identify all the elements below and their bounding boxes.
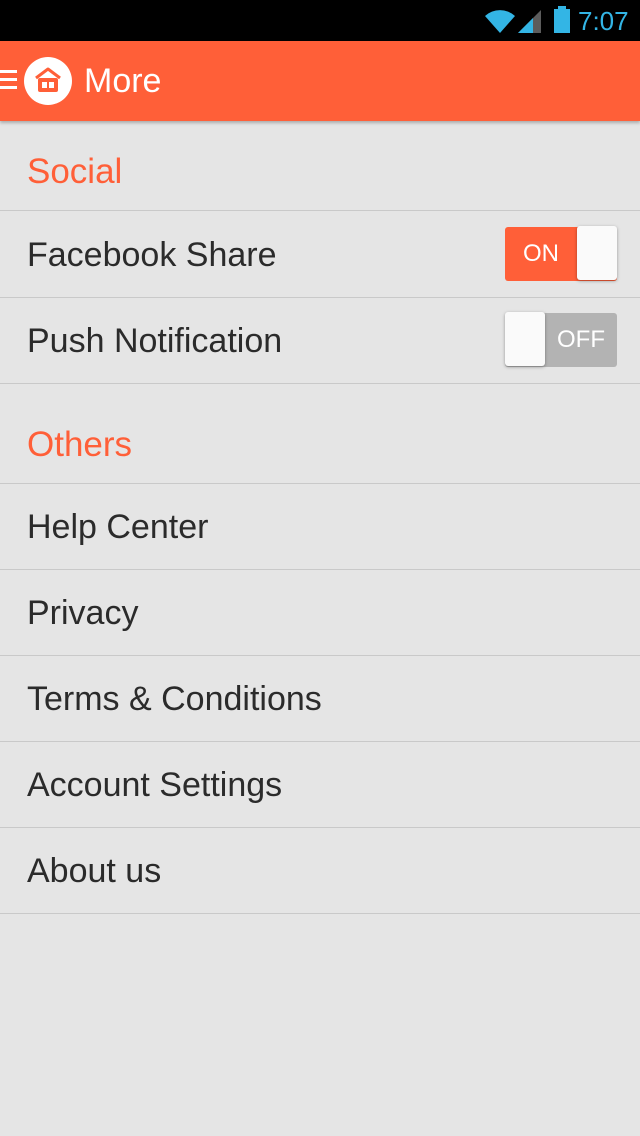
list-item-label: Terms & Conditions (27, 680, 322, 718)
list-item-push-notification[interactable]: Push Notification OFF (0, 298, 640, 384)
section-header-social: Social (0, 121, 640, 211)
section-header-label: Social (27, 152, 123, 191)
battery-icon (553, 6, 571, 39)
toggle-knob[interactable] (577, 226, 617, 280)
status-time: 7:07 (578, 6, 629, 36)
toggle-knob[interactable] (505, 312, 545, 366)
more-screen: 7:07 More Social Facebook Share ON Push … (0, 0, 640, 1136)
app-logo-icon[interactable] (24, 57, 72, 105)
list-item-terms-conditions[interactable]: Terms & Conditions (0, 656, 640, 742)
list-item-label: Help Center (27, 508, 209, 546)
list-item-privacy[interactable]: Privacy (0, 570, 640, 656)
list-item-about-us[interactable]: About us (0, 828, 640, 914)
section-header-label: Others (27, 425, 133, 464)
section-header-others: Others (0, 384, 640, 484)
menu-icon[interactable] (0, 70, 17, 90)
list-item-label: Account Settings (27, 766, 283, 804)
list-item-label: About us (27, 852, 162, 890)
signal-icon (516, 8, 542, 39)
push-notification-toggle[interactable]: OFF (505, 312, 617, 367)
list-item-account-settings[interactable]: Account Settings (0, 742, 640, 828)
toggle-state-text: OFF (557, 326, 605, 353)
list-item-help-center[interactable]: Help Center (0, 484, 640, 570)
action-bar: More (0, 41, 640, 121)
page-title: More (84, 62, 162, 100)
facebook-share-toggle[interactable]: ON (505, 226, 617, 281)
wifi-icon (484, 8, 516, 39)
list-item-label: Push Notification (27, 322, 283, 360)
list-item-label: Privacy (27, 594, 139, 632)
list-item-label: Facebook Share (27, 236, 277, 274)
list-item-facebook-share[interactable]: Facebook Share ON (0, 212, 640, 298)
status-bar: 7:07 (0, 0, 640, 41)
toggle-state-text: ON (523, 240, 559, 267)
